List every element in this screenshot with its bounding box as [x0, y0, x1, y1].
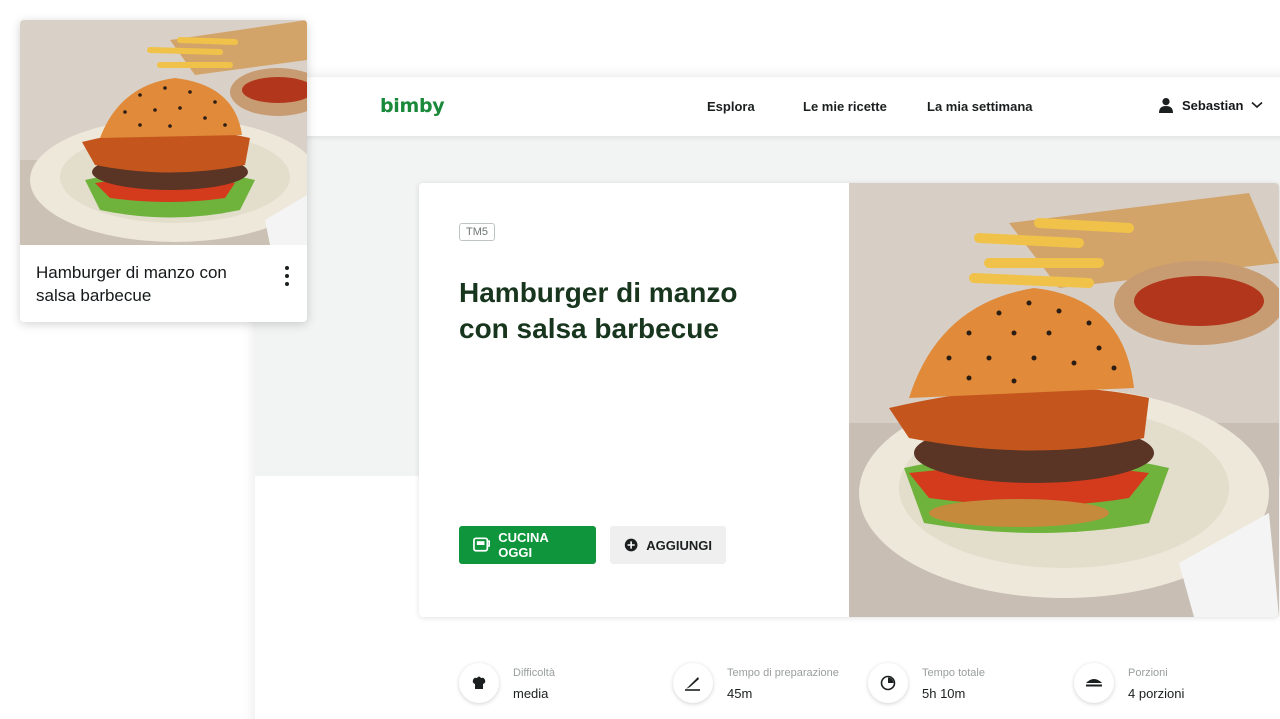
user-icon — [1159, 98, 1173, 113]
recipe-title: Hamburger di manzo con salsa barbecue — [459, 277, 738, 344]
timer-icon — [868, 663, 908, 703]
stat-difficulty: Difficoltà media — [459, 663, 555, 703]
thermomix-icon — [473, 537, 491, 552]
recipe-card-title: Hamburger di manzo con salsa barbecue — [36, 263, 227, 305]
recipe-hero-card: TM5 Hamburger di manzo con salsa barbecu… — [419, 183, 1279, 617]
cook-today-button[interactable]: CUCINA OGGI — [459, 526, 596, 564]
knife-icon — [673, 663, 713, 703]
bimby-logo[interactable]: bimby — [380, 95, 445, 117]
user-menu[interactable]: Sebastian — [1158, 97, 1263, 113]
recipe-card[interactable]: Hamburger di manzo con salsa barbecue — [20, 20, 307, 322]
more-options-icon[interactable] — [279, 264, 295, 288]
plus-circle-icon — [624, 538, 638, 552]
recipe-card-photo — [20, 20, 307, 245]
top-navbar: bimby Esplora Le mie ricette La mia sett… — [255, 77, 1280, 137]
servings-icon — [1074, 663, 1114, 703]
stat-servings: Porzioni 4 porzioni — [1074, 663, 1184, 703]
device-badge: TM5 — [459, 223, 495, 241]
nav-la-mia-settimana[interactable]: La mia settimana — [927, 99, 1033, 114]
chef-hat-icon — [459, 663, 499, 703]
user-name: Sebastian — [1182, 97, 1244, 113]
stat-prep-time: Tempo di preparazione 45m — [673, 663, 839, 703]
stat-total-time: Tempo totale 5h 10m — [868, 663, 985, 703]
nav-esplora[interactable]: Esplora — [707, 99, 755, 114]
chevron-down-icon — [1251, 101, 1263, 109]
nav-le-mie-ricette[interactable]: Le mie ricette — [803, 99, 887, 114]
add-button[interactable]: AGGIUNGI — [610, 526, 726, 564]
recipe-photo — [849, 183, 1279, 617]
